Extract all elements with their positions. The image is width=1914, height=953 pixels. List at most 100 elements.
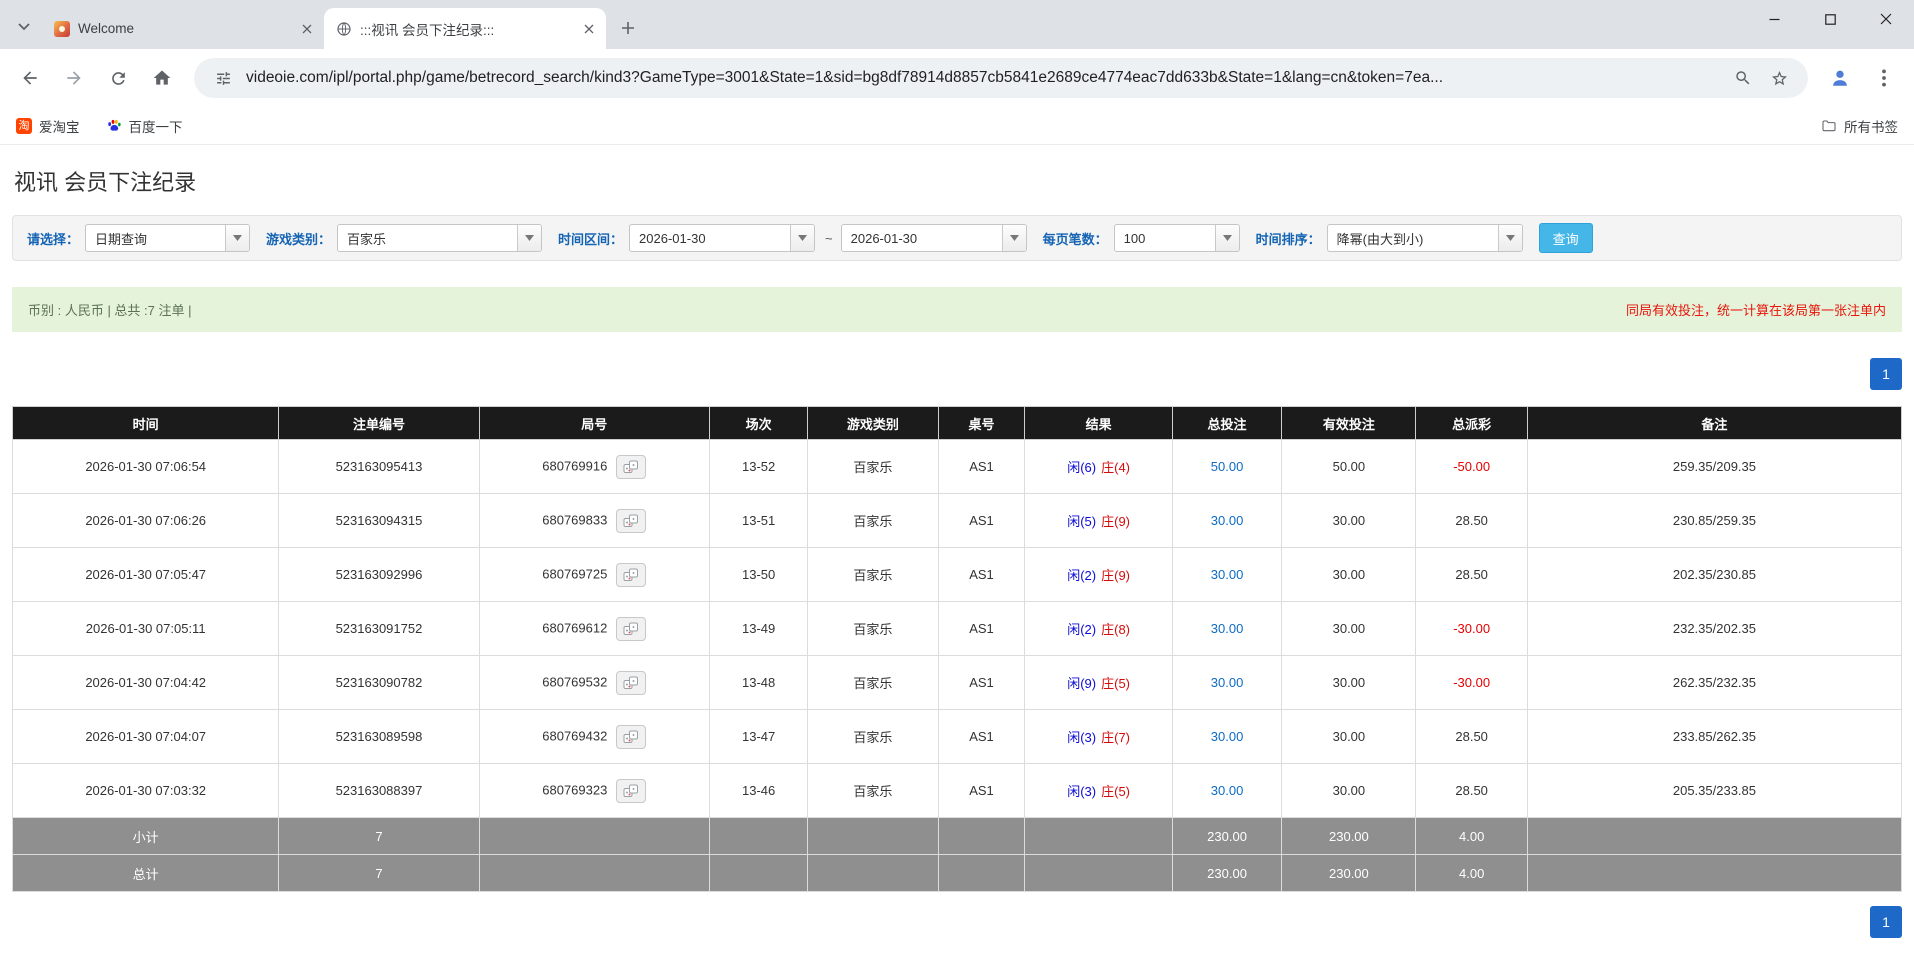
pagination-bottom: 1 (12, 906, 1902, 938)
chevron-down-icon[interactable] (517, 225, 541, 251)
sort-order-select[interactable]: 降幂(由大到小) (1327, 224, 1523, 252)
browser-toolbar: videoie.com/ipl/portal.php/game/betrecor… (0, 49, 1914, 107)
bet-records-table: 时间 注单编号 局号 场次 游戏类别 桌号 结果 总投注 有效投注 总派彩 备注… (12, 406, 1902, 892)
subtotal-total-bet: 230.00 (1172, 818, 1282, 855)
url-text: videoie.com/ipl/portal.php/game/betrecor… (246, 69, 1720, 87)
sum-empty-cell (808, 855, 938, 892)
total-bet-link[interactable]: 30.00 (1211, 729, 1244, 744)
result-player: 闲(3) (1067, 784, 1096, 799)
cell-note: 232.35/202.35 (1527, 602, 1901, 656)
result-banker: 庄(5) (1101, 784, 1130, 799)
cell-note: 262.35/232.35 (1527, 656, 1901, 710)
date-mode-value: 日期查询 (86, 225, 225, 251)
view-result-dice-button[interactable] (616, 779, 646, 803)
view-result-dice-button[interactable] (616, 455, 646, 479)
chevron-down-icon[interactable] (1002, 225, 1026, 251)
folder-icon (1821, 118, 1837, 134)
total-bet-link[interactable]: 50.00 (1211, 459, 1244, 474)
total-bet-link[interactable]: 30.00 (1211, 567, 1244, 582)
tab-welcome[interactable]: Welcome (42, 8, 324, 49)
cell-round-no: 680769612 (479, 602, 709, 656)
minimize-button[interactable] (1746, 0, 1802, 38)
cell-time: 2026-01-30 07:06:26 (13, 494, 279, 548)
page-1-button[interactable]: 1 (1870, 906, 1902, 938)
profile-avatar-icon[interactable] (1820, 58, 1860, 98)
cell-bet-no: 523163092996 (279, 548, 479, 602)
result-banker: 庄(9) (1101, 568, 1130, 583)
sort-order-value: 降幂(由大到小) (1328, 225, 1498, 251)
cell-round-no: 680769725 (479, 548, 709, 602)
page-1-button[interactable]: 1 (1870, 358, 1902, 390)
dice-icon (623, 622, 639, 636)
query-button[interactable]: 查询 (1539, 223, 1593, 253)
total-bet-link[interactable]: 30.00 (1211, 675, 1244, 690)
all-bookmarks[interactable]: 所有书签 (1821, 116, 1898, 136)
tab-betrecord[interactable]: :::视讯 会员下注纪录::: (324, 8, 606, 49)
total-row: 总计 7 230.00 230.00 4.00 (13, 855, 1902, 892)
page-title: 视讯 会员下注纪录 (14, 169, 1900, 197)
filter-bar: 请选择： 日期查询 游戏类别： 百家乐 时间区间： 2026-01-30 ~ 2… (12, 215, 1902, 261)
cell-game-type: 百家乐 (808, 710, 938, 764)
forward-icon[interactable] (54, 58, 94, 98)
tab-close-icon[interactable] (298, 20, 316, 38)
baidu-paw-icon (106, 118, 122, 134)
total-bet-link[interactable]: 30.00 (1211, 783, 1244, 798)
bookmark-aitaobao[interactable]: 淘 爱淘宝 (16, 116, 80, 136)
sum-empty-cell (938, 818, 1025, 855)
browser-menu-kebab-icon[interactable] (1864, 58, 1904, 98)
header-session: 场次 (710, 407, 808, 440)
page-size-select[interactable]: 100 (1114, 224, 1240, 252)
cell-result: 闲(2)庄(8) (1025, 602, 1172, 656)
view-result-dice-button[interactable] (616, 563, 646, 587)
view-result-dice-button[interactable] (616, 617, 646, 641)
chevron-down-icon[interactable] (1498, 225, 1522, 251)
cell-table-no: AS1 (938, 440, 1025, 494)
tab-close-icon[interactable] (580, 20, 598, 38)
address-bar[interactable]: videoie.com/ipl/portal.php/game/betrecor… (194, 58, 1808, 98)
chevron-down-icon[interactable] (790, 225, 814, 251)
header-valid-bet: 有效投注 (1282, 407, 1416, 440)
close-window-button[interactable] (1858, 0, 1914, 38)
dice-icon (623, 784, 639, 798)
sort-order-label: 时间排序： (1256, 229, 1321, 248)
bookmark-label: 爱淘宝 (39, 116, 80, 136)
summary-text: 币别 : 人民币 | 总共 :7 注单 | (28, 300, 192, 319)
total-valid-bet: 230.00 (1282, 855, 1416, 892)
new-tab-button[interactable] (612, 12, 644, 44)
site-settings-tune-icon[interactable] (210, 65, 236, 91)
chevron-down-icon[interactable] (225, 225, 249, 251)
game-type-label: 游戏类别： (266, 229, 331, 248)
game-type-select[interactable]: 百家乐 (337, 224, 542, 252)
tab-search-chevron-icon[interactable] (10, 13, 38, 41)
total-bet-link[interactable]: 30.00 (1211, 513, 1244, 528)
maximize-button[interactable] (1802, 0, 1858, 38)
pagination-top: 1 (12, 358, 1902, 390)
result-banker: 庄(5) (1101, 676, 1130, 691)
cell-valid-bet: 30.00 (1282, 764, 1416, 818)
date-mode-select[interactable]: 日期查询 (85, 224, 250, 252)
game-type-value: 百家乐 (338, 225, 517, 251)
refresh-icon[interactable] (98, 58, 138, 98)
bookmark-baidu[interactable]: 百度一下 (106, 116, 183, 136)
bookmark-star-icon[interactable] (1766, 65, 1792, 91)
cell-note: 259.35/209.35 (1527, 440, 1901, 494)
welcome-favicon-icon (54, 21, 70, 37)
home-icon[interactable] (142, 58, 182, 98)
sum-empty-cell (1025, 818, 1172, 855)
total-bet-link[interactable]: 30.00 (1211, 621, 1244, 636)
globe-favicon-icon (336, 21, 352, 37)
chevron-down-icon[interactable] (1215, 225, 1239, 251)
view-result-dice-button[interactable] (616, 671, 646, 695)
cell-table-no: AS1 (938, 602, 1025, 656)
date-from-select[interactable]: 2026-01-30 (629, 224, 815, 252)
sum-empty-cell (710, 855, 808, 892)
date-to-select[interactable]: 2026-01-30 (841, 224, 1027, 252)
view-result-dice-button[interactable] (616, 509, 646, 533)
zoom-indicator-icon[interactable] (1730, 65, 1756, 91)
cell-time: 2026-01-30 07:05:47 (13, 548, 279, 602)
back-icon[interactable] (10, 58, 50, 98)
cell-valid-bet: 50.00 (1282, 440, 1416, 494)
sum-empty-cell (1527, 818, 1901, 855)
cell-bet-no: 523163089598 (279, 710, 479, 764)
view-result-dice-button[interactable] (616, 725, 646, 749)
